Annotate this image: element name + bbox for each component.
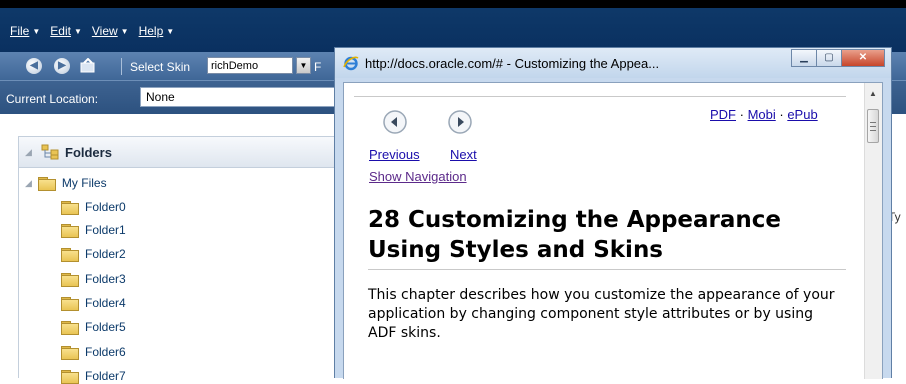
window-controls: ▁ ▢ ✕ [791, 49, 885, 67]
expand-icon[interactable]: ◢ [25, 178, 32, 189]
help-popup-window: http://docs.oracle.com/# - Customizing t… [334, 47, 892, 379]
maximize-icon: ▢ [824, 52, 834, 63]
menu-edit-label: Edit [50, 24, 71, 38]
toolbar-separator [121, 58, 122, 75]
popup-title-bar[interactable]: http://docs.oracle.com/# - Customizing t… [335, 48, 891, 78]
menu-file[interactable]: File ▼ [10, 24, 40, 38]
mobi-link[interactable]: Mobi [748, 107, 776, 122]
epub-link[interactable]: ePub [787, 107, 817, 122]
chevron-down-icon: ▼ [32, 26, 41, 36]
scroll-thumb[interactable] [867, 109, 879, 143]
menu-list: File ▼ Edit ▼ View ▼ Help ▼ [10, 24, 174, 38]
chevron-down-icon: ▼ [166, 26, 175, 36]
folder-icon [61, 296, 79, 311]
folder-icon [61, 223, 79, 238]
close-icon: ✕ [858, 52, 868, 63]
menu-edit[interactable]: Edit ▼ [50, 24, 82, 38]
tree-item-label: Folder7 [85, 369, 126, 383]
folder-icon [37, 176, 56, 191]
folder-icon [61, 320, 79, 335]
tree-item[interactable]: Folder6 [61, 345, 126, 360]
tree-item[interactable]: Folder1 [61, 223, 126, 238]
top-divider [354, 96, 846, 97]
folder-tree: ◢ My Files Folder0 Folder1 Folder2 Folde… [18, 168, 349, 384]
minimize-icon: ▁ [800, 52, 808, 63]
folders-panel-header[interactable]: ◢ Folders [18, 136, 348, 168]
tree-item[interactable]: Folder3 [61, 272, 126, 287]
minimize-button[interactable]: ▁ [791, 49, 817, 67]
tree-item[interactable]: Folder5 [61, 320, 126, 335]
pdf-link[interactable]: PDF [710, 107, 736, 122]
folders-panel-title: Folders [65, 145, 112, 160]
tree-item-label: Folder0 [85, 200, 126, 214]
skin-dropdown-button[interactable]: ▼ [296, 57, 311, 74]
chevron-down-icon: ▼ [299, 61, 308, 70]
top-border [0, 0, 906, 8]
folder-icon [61, 200, 79, 215]
tree-item-label: Folder5 [85, 320, 126, 334]
tree-item-label: Folder6 [85, 345, 126, 359]
menu-bar: File ▼ Edit ▼ View ▼ Help ▼ [0, 0, 906, 52]
previous-link[interactable]: Previous [369, 147, 420, 162]
folder-icon [61, 247, 79, 262]
tree-item-label: Folder4 [85, 296, 126, 310]
tree-item-label: Folder2 [85, 247, 126, 261]
format-separator: · [736, 107, 748, 122]
toolbar-extra-text: F [314, 60, 322, 74]
location-field[interactable]: None [140, 87, 340, 107]
close-button[interactable]: ✕ [841, 49, 885, 67]
chapter-intro: This chapter describes how you customize… [368, 287, 835, 341]
menu-view-label: View [91, 24, 118, 38]
vertical-scrollbar[interactable]: ▲ [864, 83, 882, 379]
format-separator: · [775, 107, 788, 122]
previous-icon[interactable] [382, 109, 408, 135]
scroll-up-icon[interactable]: ▲ [869, 89, 877, 98]
popup-content: Previous Next Show Navigation PDF · Mobi… [343, 82, 883, 379]
heading-divider [368, 269, 846, 270]
format-links: PDF · Mobi · ePub [710, 107, 818, 122]
show-navigation-link[interactable]: Show Navigation [369, 169, 467, 184]
menu-help[interactable]: Help ▼ [139, 24, 175, 38]
tree-root-item[interactable]: ◢ My Files [25, 176, 107, 191]
folder-icon [61, 272, 79, 287]
tree-item-label: Folder1 [85, 223, 126, 237]
folder-icon [61, 345, 79, 360]
chevron-down-icon: ▼ [73, 26, 82, 36]
menu-file-label: File [10, 24, 30, 38]
folder-tree-icon [41, 144, 61, 163]
forward-icon[interactable]: ▶ [54, 58, 70, 74]
menu-help-label: Help [138, 24, 164, 38]
tree-item-label: Folder3 [85, 272, 126, 286]
skin-select[interactable]: richDemo [207, 57, 293, 74]
chevron-down-icon: ▼ [120, 26, 129, 36]
browser-icon [343, 55, 359, 71]
location-label: Current Location: [6, 92, 99, 106]
maximize-button[interactable]: ▢ [816, 49, 842, 67]
tree-item[interactable]: Folder7 [61, 369, 126, 384]
collapse-icon[interactable]: ◢ [25, 147, 32, 158]
select-skin-label: Select Skin [130, 60, 191, 74]
tree-root-label: My Files [61, 176, 107, 190]
folder-icon [61, 369, 79, 384]
next-icon[interactable] [447, 109, 473, 135]
popup-title: http://docs.oracle.com/# - Customizing t… [365, 56, 660, 71]
tree-item[interactable]: Folder0 [61, 200, 126, 215]
next-link[interactable]: Next [450, 147, 477, 162]
up-folder-icon[interactable] [80, 57, 96, 74]
tree-item[interactable]: Folder4 [61, 296, 126, 311]
chapter-heading: 28 Customizing the Appearance Using Styl… [368, 207, 782, 263]
back-icon[interactable]: ◀ [26, 58, 42, 74]
menu-view[interactable]: View ▼ [92, 24, 129, 38]
tree-item[interactable]: Folder2 [61, 247, 126, 262]
